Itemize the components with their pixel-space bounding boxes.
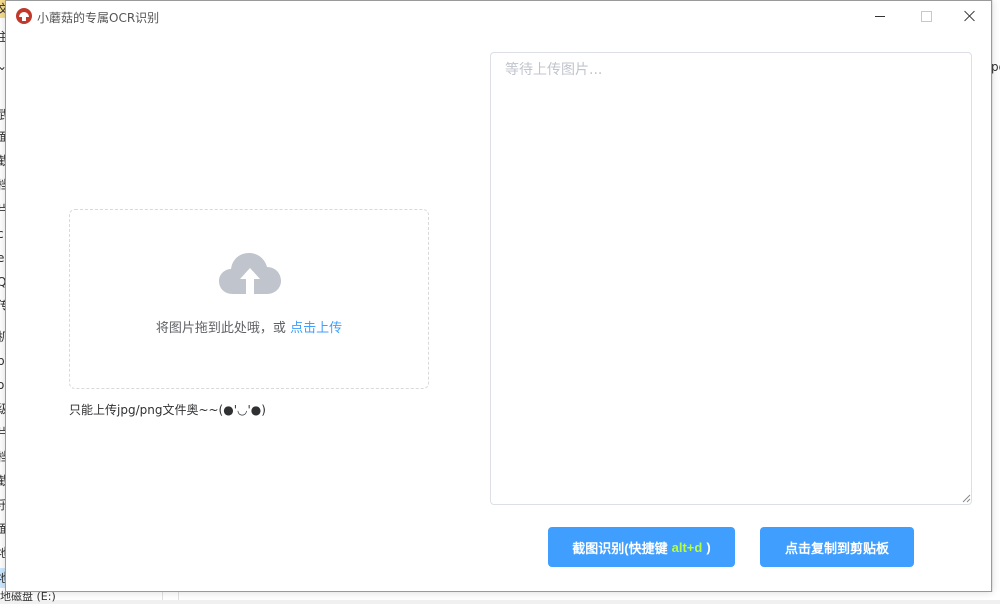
ocr-hotkey-label: alt+d (671, 539, 703, 555)
window-title: 小蘑菇的专属OCR识别 (37, 11, 160, 25)
maximize-icon (920, 10, 932, 22)
background-divider (178, 592, 179, 600)
maximize-button[interactable] (903, 1, 949, 31)
resize-grip-icon[interactable] (961, 493, 971, 503)
click-upload-link[interactable]: 点击上传 (290, 321, 342, 336)
minimize-button[interactable] (857, 1, 903, 31)
ocr-button-label: 截图识别(快捷键 (572, 540, 668, 556)
background-divider (162, 592, 163, 600)
screenshot-ocr-button[interactable]: 截图识别(快捷键 alt+d) (548, 527, 735, 567)
app-logo-icon (16, 8, 32, 24)
background-text: pg (991, 60, 1000, 74)
ocr-result-textarea[interactable] (490, 52, 972, 505)
copy-to-clipboard-button[interactable]: 点击复制到剪贴板 (760, 527, 914, 567)
upload-instruction: 将图片拖到此处哦，或 点击上传 (70, 317, 428, 336)
ocr-app-window: 小蘑菇的专属OCR识别 将图片拖到此处哦，或 点击上传 只能上传jpg/png文… (5, 0, 992, 592)
close-icon (964, 10, 976, 22)
close-button[interactable] (947, 1, 993, 31)
cloud-upload-icon (219, 253, 281, 294)
title-bar[interactable]: 小蘑菇的专属OCR识别 (6, 1, 991, 32)
upload-drag-text: 将图片拖到此处哦，或 (155, 321, 291, 336)
upload-dropzone[interactable]: 将图片拖到此处哦，或 点击上传 (69, 209, 429, 389)
upload-tip: 只能上传jpg/png文件奥~~(●'◡'●) (69, 403, 266, 417)
minimize-icon (875, 15, 885, 17)
background-explorer-right: pg (991, 0, 1000, 592)
ocr-button-suffix: ) (706, 539, 711, 555)
background-explorer-bottom: 地磁盘 (E:) (0, 590, 1000, 603)
